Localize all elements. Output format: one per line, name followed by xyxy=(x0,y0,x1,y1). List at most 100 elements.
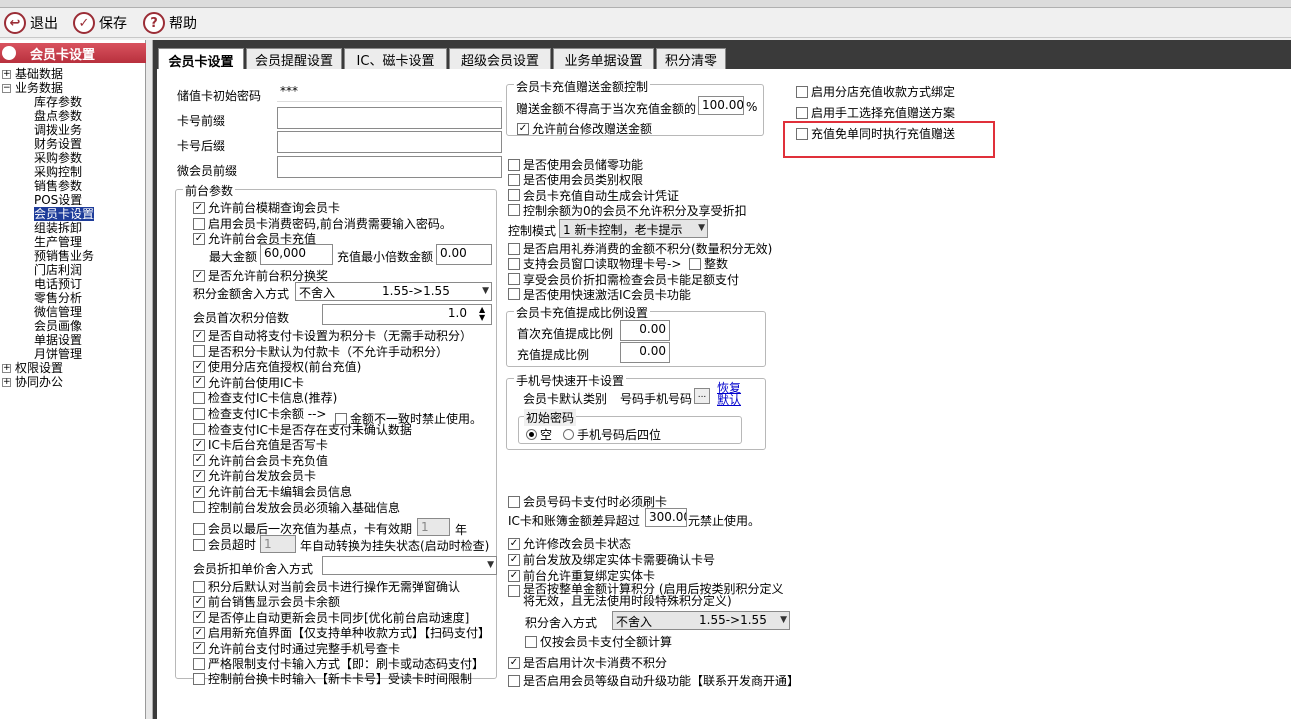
checkbox-item[interactable]: 是否积分卡默认为付款卡（不允许手动积分） xyxy=(193,343,448,360)
sidebar-item[interactable]: 会员卡设置 xyxy=(34,207,95,221)
sidebar-item[interactable]: 微信管理 xyxy=(34,305,82,319)
checkbox-item[interactable]: 控制前台换卡时输入【新卡卡号】受读卡时间限制 xyxy=(193,670,472,687)
checkbox-item[interactable]: ✓ 允许前台发放会员卡 xyxy=(193,467,316,484)
checkbox-box: ✓ xyxy=(193,360,205,373)
cb-auto-upgrade[interactable]: 是否启用会员等级自动升级功能【联系开发商开通】 xyxy=(508,672,799,689)
spinner-arrows-icon[interactable]: ▲ ▼ xyxy=(479,306,485,322)
discount-round-dropdown[interactable]: ▼ xyxy=(322,556,497,575)
checkbox-box: ✓ xyxy=(193,642,205,655)
sidebar-item[interactable]: 门店利润 xyxy=(34,263,82,277)
tree-group-office[interactable]: + 协同办公 xyxy=(2,375,63,389)
sidebar-item[interactable]: 零售分析 xyxy=(34,291,82,305)
sidebar-item[interactable]: 电话预订 xyxy=(34,277,82,291)
cb-whole-order-points[interactable]: 是否按整单金额计算积分 (启用后按类别积分定义 将无效，且无法使用时段特殊积分定义… xyxy=(508,583,784,607)
cb-amount-mismatch[interactable]: 金额不一致时禁止使用。 xyxy=(335,410,482,427)
checkbox-item[interactable]: ✓ 是否自动将支付卡设置为积分卡（无需手动积分） xyxy=(193,327,472,344)
tab-5[interactable]: 积分清零 xyxy=(656,48,726,70)
min-multiple-input[interactable]: 0.00 xyxy=(436,244,492,265)
cb-allow-modify-gift[interactable]: ✓ 允许前台修改赠送金额 xyxy=(517,120,652,137)
cb-branch-binding[interactable]: 启用分店充值收款方式绑定 xyxy=(796,83,955,100)
checkbox-label: 允许前台会员卡充负值 xyxy=(208,453,329,468)
checkbox-item[interactable]: ✓ 允许前台无卡编辑会员信息 xyxy=(193,483,352,500)
checkbox-item[interactable]: 控制余额为0的会员不允许积分及享受折扣 xyxy=(508,202,747,219)
sidebar-item[interactable]: 会员画像 xyxy=(34,319,82,333)
checkbox-item[interactable]: 是否使用快速激活IC会员卡功能 xyxy=(508,286,691,303)
sidebar-header[interactable]: 会员卡设置 xyxy=(0,43,146,63)
checkbox-item[interactable]: 控制前台发放会员必须输入基础信息 xyxy=(193,499,400,516)
checkbox-item[interactable]: 检查支付IC卡余额 --> xyxy=(193,405,326,422)
help-button[interactable]: ? 帮助 xyxy=(143,11,197,35)
tab-3[interactable]: 超级会员设置 xyxy=(449,48,551,70)
tree-group-basic[interactable]: + 基础数据 xyxy=(2,67,63,81)
first-commission-input[interactable]: 0.00 xyxy=(620,320,670,341)
cb-whole-number[interactable]: 整数 xyxy=(689,255,728,272)
checkbox-item[interactable]: ✓ IC卡后台充值是否写卡 xyxy=(193,436,328,453)
restore-default-link[interactable]: 恢复 默认 xyxy=(717,382,741,406)
checkbox-item[interactable]: ✓ 允许前台使用IC卡 xyxy=(193,374,304,391)
sidebar-item[interactable]: POS设置 xyxy=(34,193,82,207)
radio-last4[interactable]: 手机号码后四位 xyxy=(563,426,661,443)
checkbox-item[interactable]: ✓ 前台发放及绑定实体卡需要确认卡号 xyxy=(508,551,715,568)
sidebar: 会员卡设置 + 基础数据 − 业务数据 库存参数 盘点参数 调拨业务 财务设置 采购参数 采购… xyxy=(0,40,146,719)
round-mode-dropdown[interactable]: 不舍入 1.55->1.55 ▼ xyxy=(295,282,492,301)
max-amount-label: 最大金额 xyxy=(209,250,258,264)
tree-group-permissions[interactable]: + 权限设置 xyxy=(2,361,63,375)
checkbox-box xyxy=(508,242,520,255)
tab-4[interactable]: 业务单据设置 xyxy=(553,48,654,70)
card-prefix-input[interactable] xyxy=(277,107,502,129)
cb-must-swipe[interactable]: 会员号码卡支付时必须刷卡 xyxy=(508,493,667,510)
wechat-prefix-input[interactable] xyxy=(277,156,502,178)
checkbox-box xyxy=(193,501,205,514)
card-suffix-input[interactable] xyxy=(277,131,502,153)
checkbox-item[interactable]: ✓ 允许修改会员卡状态 xyxy=(508,535,631,552)
sidebar-item[interactable]: 组装拆卸 xyxy=(34,221,82,235)
checkbox-item[interactable]: ✓ 使用分店充值授权(前台充值) xyxy=(193,358,361,375)
checkbox-box: ✓ xyxy=(508,537,520,550)
tab-1[interactable]: 会员提醒设置 xyxy=(246,48,342,70)
checkbox-box xyxy=(193,407,205,420)
browse-button[interactable]: ... xyxy=(694,388,710,404)
checkbox-box: ✓ xyxy=(193,626,205,639)
tree-group-business[interactable]: − 业务数据 xyxy=(2,81,63,95)
validity-years-input[interactable]: 1 xyxy=(417,518,450,536)
sidebar-item[interactable]: 盘点参数 xyxy=(34,109,82,123)
sidebar-item[interactable]: 采购参数 xyxy=(34,151,82,165)
tab-0[interactable]: 会员卡设置 xyxy=(158,48,244,71)
diff-input[interactable]: 300.00 xyxy=(645,508,687,527)
exit-button[interactable]: ↩ 退出 xyxy=(4,11,58,35)
first-multiple-spinner[interactable]: 1.0 xyxy=(322,304,492,325)
sidebar-item[interactable]: 单据设置 xyxy=(34,333,82,347)
round-mode-label: 积分金额舍入方式 xyxy=(193,287,290,301)
overdue-years-input[interactable]: 1 xyxy=(260,535,296,553)
checkbox-box xyxy=(508,257,520,270)
sidebar-item[interactable]: 预销售业务 xyxy=(34,249,94,263)
sidebar-item[interactable]: 生产管理 xyxy=(34,235,82,249)
max-amount-input[interactable]: 60,000 xyxy=(260,244,333,265)
sidebar-item[interactable]: 调拨业务 xyxy=(34,123,82,137)
radio-empty[interactable]: 空 xyxy=(526,426,552,443)
cb-fuzzy-search[interactable]: ✓ 允许前台模糊查询会员卡 xyxy=(193,199,340,216)
sidebar-item[interactable]: 财务设置 xyxy=(34,137,82,151)
sidebar-item[interactable]: 销售参数 xyxy=(34,179,82,193)
checkbox-item[interactable]: 检查支付IC卡信息(推荐) xyxy=(193,389,337,406)
sidebar-item[interactable]: 库存参数 xyxy=(34,95,82,109)
cb-base-point[interactable]: 会员以最后一次充值为基点，卡有效期 xyxy=(193,520,412,537)
init-password-input[interactable]: *** xyxy=(277,83,502,102)
cb-overdue[interactable]: 会员超时 xyxy=(193,536,256,553)
tab-2[interactable]: IC、磁卡设置 xyxy=(344,48,447,70)
initial-password-title: 初始密码 xyxy=(524,409,577,426)
points-round-dropdown[interactable]: 不舍入 1.55->1.55 ▼ xyxy=(612,611,790,630)
commission-rate-input[interactable]: 0.00 xyxy=(620,342,670,363)
checkbox-item[interactable]: ✓ 允许前台会员卡充负值 xyxy=(193,452,328,469)
checkbox-label: 允许前台使用IC卡 xyxy=(208,375,304,390)
gift-limit-input[interactable]: 100.00 xyxy=(698,96,744,115)
sidebar-item[interactable]: 采购控制 xyxy=(34,165,82,179)
cb-times-card[interactable]: ✓ 是否启用计次卡消费不积分 xyxy=(508,654,667,671)
control-mode-dropdown[interactable]: 1 新卡控制，老卡提示 ▼ xyxy=(559,219,708,238)
sidebar-item[interactable]: 月饼管理 xyxy=(34,347,82,361)
splitter[interactable] xyxy=(146,40,153,719)
cb-only-balance[interactable]: 仅按会员卡支付全额计算 xyxy=(525,633,672,650)
checkbox-box: ✓ xyxy=(193,376,205,389)
save-button[interactable]: ✓ 保存 xyxy=(73,11,127,35)
cb-manual-gift[interactable]: 启用手工选择充值赠送方案 xyxy=(796,104,955,121)
